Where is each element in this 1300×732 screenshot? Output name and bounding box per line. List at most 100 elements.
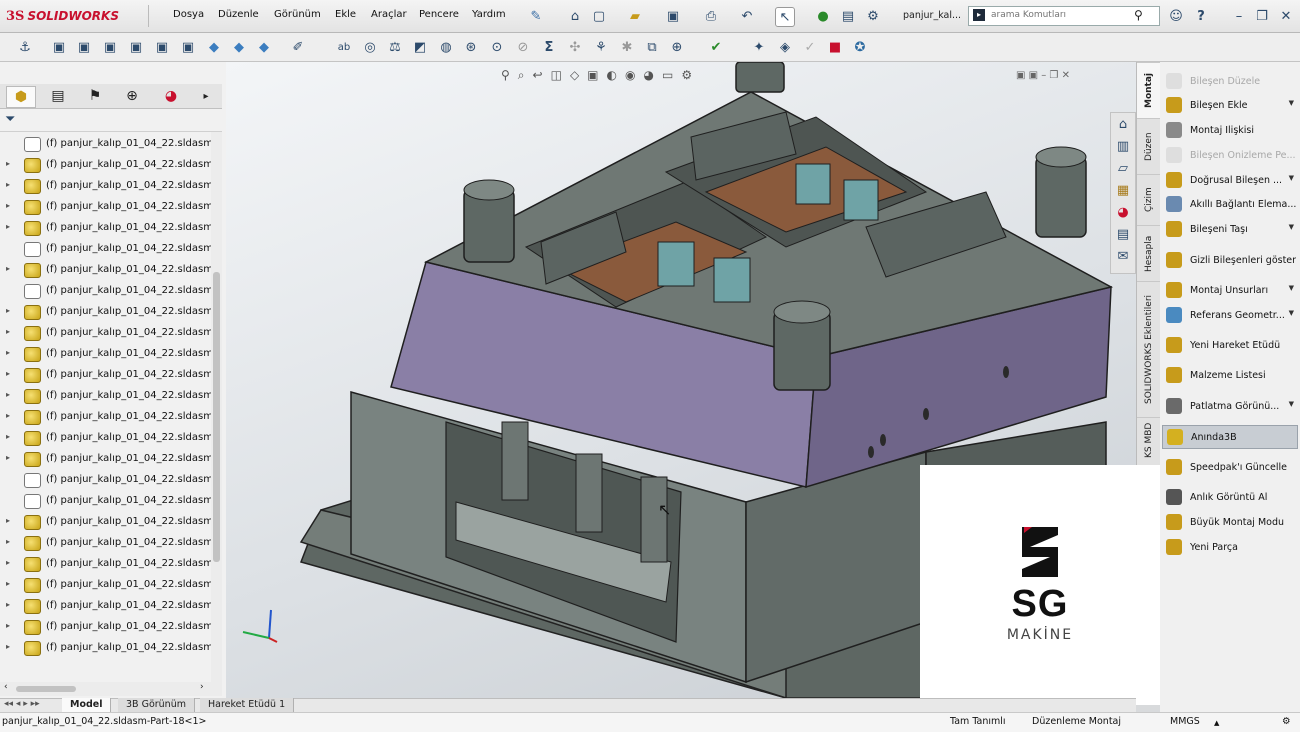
- tree-item[interactable]: ▸ (f) panjur_kalıp_01_04_22.sldasm-: [0, 617, 222, 638]
- sum-icon[interactable]: Σ: [540, 38, 558, 56]
- appearances-icon[interactable]: ◕: [1114, 203, 1132, 221]
- tab-3d-view[interactable]: 3B Görünüm: [118, 698, 195, 712]
- expand-arrow-icon[interactable]: ▸: [6, 621, 10, 630]
- tree-item[interactable]: ▸ (f) panjur_kalıp_01_04_22.sldasm-: [0, 260, 222, 281]
- command-item[interactable]: Bileşeni Taşı ▼: [1162, 217, 1298, 241]
- dropdown-arrow-icon[interactable]: ▼: [1289, 223, 1294, 231]
- view-dimetric-icon[interactable]: ◆: [255, 38, 273, 56]
- tab-montaj[interactable]: Montaj: [1137, 62, 1161, 118]
- menu-yardim[interactable]: Yardım: [472, 9, 506, 20]
- command-item[interactable]: Montaj İlişkisi: [1162, 118, 1298, 142]
- measure-icon[interactable]: ◎: [361, 38, 379, 56]
- instant-icon[interactable]: ⊕: [668, 38, 686, 56]
- hole-alignment-icon[interactable]: ⊘: [514, 38, 532, 56]
- tab-solidworks-eklentileri[interactable]: SOLIDWORKS Eklentileri: [1137, 281, 1161, 417]
- dynamic-annotation-icon[interactable]: ◇: [570, 68, 579, 86]
- menu-gorunum[interactable]: Görünüm: [274, 9, 321, 20]
- edit-appearance-icon[interactable]: ◕: [643, 68, 653, 86]
- interference-icon[interactable]: ⊛: [462, 38, 480, 56]
- tab-mbd[interactable]: KS MBD: [1137, 417, 1161, 463]
- view-back-icon[interactable]: ▣: [75, 38, 93, 56]
- command-item[interactable]: Bileşen Düzele: [1162, 69, 1298, 93]
- command-item[interactable]: Patlatma Görünü... ▼: [1162, 394, 1298, 418]
- restore-icon[interactable]: ❐: [1253, 7, 1271, 25]
- solidworks-logo[interactable]: 3S SOLIDWORKS: [6, 4, 146, 28]
- expand-arrow-icon[interactable]: ▸: [6, 600, 10, 609]
- file-properties-icon[interactable]: ▤: [839, 7, 857, 25]
- tree-item[interactable]: ▸ (f) panjur_kalıp_01_04_22.sldasm-: [0, 533, 222, 554]
- assembly-visualization-icon[interactable]: ⚘: [592, 38, 610, 56]
- command-item[interactable]: Anında3B: [1162, 425, 1298, 449]
- large-design-icon[interactable]: ✦: [750, 38, 768, 56]
- expand-arrow-icon[interactable]: ▸: [6, 432, 10, 441]
- dropdown-arrow-icon[interactable]: ▼: [1289, 309, 1294, 317]
- search-box[interactable]: ▸ ⚲: [968, 6, 1160, 26]
- view-palette-icon[interactable]: ▦: [1114, 181, 1132, 199]
- view-top-icon[interactable]: ▣: [153, 38, 171, 56]
- command-item[interactable]: Anlık Görüntü Al: [1162, 485, 1298, 509]
- expand-arrow-icon[interactable]: ▸: [6, 348, 10, 357]
- expand-arrow-icon[interactable]: ▸: [6, 327, 10, 336]
- options-gear-icon[interactable]: ⚙: [864, 7, 882, 25]
- tree-item[interactable]: ▸ (f) panjur_kalıp_01_04_22.sldasm-: [0, 512, 222, 533]
- command-item[interactable]: Malzeme Listesi: [1162, 363, 1298, 387]
- user-icon[interactable]: ☺: [1167, 7, 1185, 25]
- view-right-icon[interactable]: ▣: [127, 38, 145, 56]
- command-item[interactable]: Büyük Montaj Modu: [1162, 510, 1298, 534]
- custom-properties-icon[interactable]: ▤: [1114, 225, 1132, 243]
- open-folder-icon[interactable]: ▰: [626, 7, 644, 25]
- command-item[interactable]: Speedpak'ı Güncelle: [1162, 455, 1298, 479]
- command-item[interactable]: Yeni Parça: [1162, 535, 1298, 559]
- tree-item[interactable]: ▸ (f) panjur_kalıp_01_04_22.sldasm-: [0, 449, 222, 470]
- color-icon[interactable]: ■: [826, 38, 844, 56]
- tree-item[interactable]: ▸ (f) panjur_kalıp_01_04_22.sldasm-: [0, 407, 222, 428]
- tree-item[interactable]: ▸ (f) panjur_kalıp_01_04_22.sldasm-: [0, 344, 222, 365]
- view-iso-icon[interactable]: ◆: [205, 38, 223, 56]
- status-units[interactable]: MMGS: [1170, 716, 1200, 727]
- defeature-icon[interactable]: ◈: [776, 38, 794, 56]
- dimxpert-tab-icon[interactable]: ⊕: [118, 86, 146, 106]
- tree-item[interactable]: ▸ (f) panjur_kalıp_01_04_22.sldasm-: [0, 596, 222, 617]
- close-icon[interactable]: ✕: [1277, 7, 1295, 25]
- command-item[interactable]: Montaj Unsurları ▼: [1162, 278, 1298, 302]
- menu-pencere[interactable]: Pencere: [419, 9, 459, 20]
- tree-item[interactable]: (f) panjur_kalıp_01_04_22.sldasm-: [0, 281, 222, 302]
- dropdown-arrow-icon[interactable]: ▼: [1289, 400, 1294, 408]
- more-tabs-icon[interactable]: ▸: [192, 86, 220, 106]
- command-item[interactable]: Yeni Hareket Etüdü: [1162, 333, 1298, 357]
- configuration-manager-tab-icon[interactable]: ⚑: [81, 86, 109, 106]
- previous-view-icon[interactable]: ↩: [533, 68, 543, 86]
- mass-properties-icon[interactable]: ⚖: [386, 38, 404, 56]
- search-input[interactable]: [989, 9, 1133, 21]
- tree-item[interactable]: ▸ (f) panjur_kalıp_01_04_22.sldasm-: [0, 386, 222, 407]
- tree-scrollbar[interactable]: [211, 132, 222, 682]
- command-item[interactable]: Gizli Bileşenleri göster: [1162, 248, 1298, 272]
- zoom-to-fit-icon[interactable]: ⚲: [501, 68, 510, 86]
- section-view-icon[interactable]: ◫: [551, 68, 562, 86]
- help-icon[interactable]: ?: [1192, 7, 1210, 25]
- minimize-icon[interactable]: –: [1230, 7, 1248, 25]
- tree-hscrollbar[interactable]: ‹ ›: [0, 682, 222, 696]
- copy-icon[interactable]: ⧉: [643, 38, 661, 56]
- check-icon[interactable]: ◍: [437, 38, 455, 56]
- tree-item[interactable]: ▸ (f) panjur_kalıp_01_04_22.sldasm-: [0, 575, 222, 596]
- tree-item[interactable]: ▸ (f) panjur_kalıp_01_04_22.sldasm-: [0, 638, 222, 659]
- dropdown-arrow-icon[interactable]: ▼: [1289, 174, 1294, 182]
- display-style-icon[interactable]: ◐: [607, 68, 617, 86]
- tab-nav-arrows-icon[interactable]: ◂◂ ◂ ▸ ▸▸: [4, 699, 40, 709]
- pin-icon[interactable]: ✎: [527, 7, 545, 25]
- forum-icon[interactable]: ✉: [1114, 247, 1132, 265]
- filter-icon[interactable]: ⏷: [5, 112, 15, 127]
- dropdown-arrow-icon[interactable]: ▼: [1289, 99, 1294, 107]
- menu-ekle[interactable]: Ekle: [335, 9, 356, 20]
- tab-duzen[interactable]: Düzen: [1137, 118, 1161, 174]
- sketch-icon[interactable]: ✐: [289, 38, 307, 56]
- tree-item[interactable]: ▸ (f) panjur_kalıp_01_04_22.sldasm-: [0, 428, 222, 449]
- resources-home-icon[interactable]: ⌂: [1114, 115, 1132, 133]
- tab-cizim[interactable]: Çizim: [1137, 174, 1161, 225]
- tab-hesapla[interactable]: Hesapla: [1137, 225, 1161, 281]
- simulation-icon[interactable]: ✣: [566, 38, 584, 56]
- search-icon[interactable]: ⚲: [1134, 8, 1143, 22]
- hscroll-thumb[interactable]: [16, 686, 76, 692]
- expand-arrow-icon[interactable]: ▸: [6, 642, 10, 651]
